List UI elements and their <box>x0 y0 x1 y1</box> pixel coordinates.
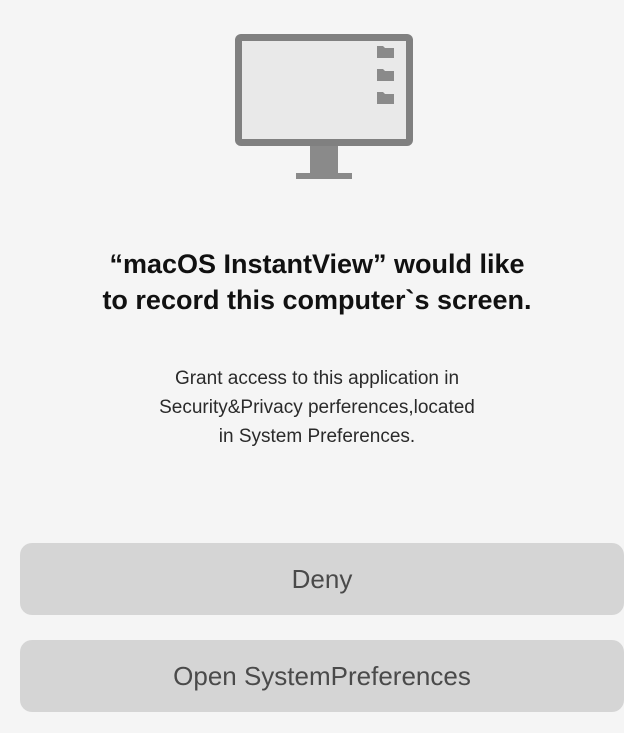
dialog-message-line: in System Preferences. <box>218 426 416 447</box>
deny-button[interactable]: Deny <box>20 543 624 615</box>
dialog-message: Grant access to this application in Secu… <box>10 364 624 451</box>
dialog-title-line: to record this computer`s screen. <box>102 285 532 315</box>
monitor-icon <box>234 33 414 183</box>
permission-dialog: “macOS InstantView” would like to record… <box>10 10 624 723</box>
dialog-message-line: Security&Privacy perferences,located <box>159 397 475 418</box>
deny-button-label: Deny <box>291 563 353 594</box>
dialog-title-line: “macOS InstantView” would like <box>109 249 525 279</box>
open-system-preferences-button[interactable]: Open SystemPreferences <box>20 640 624 712</box>
dialog-message-line: Grant access to this application in <box>174 368 460 389</box>
dialog-title: “macOS InstantView” would like to record… <box>10 246 624 318</box>
open-system-preferences-button-label: Open SystemPreferences <box>173 660 471 691</box>
